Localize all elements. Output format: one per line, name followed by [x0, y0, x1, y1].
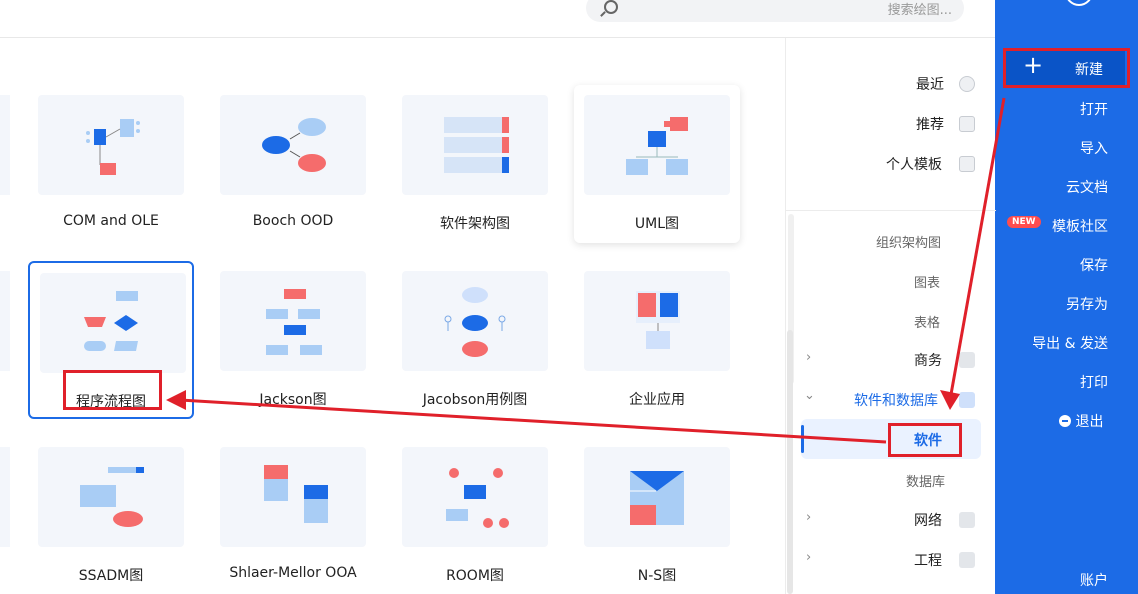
search-icon[interactable] [604, 0, 618, 14]
selected-indicator [801, 425, 804, 453]
chevron-right-icon[interactable]: › [806, 550, 811, 565]
category-software-db-label: 软件和数据库 [854, 393, 938, 409]
network-icon [959, 512, 975, 528]
category-engineering-label: 工程 [914, 553, 942, 569]
com-ole-thumbnail [38, 95, 184, 195]
category-recent-label: 最近 [916, 77, 944, 93]
partial-card [0, 261, 12, 419]
booch-thumbnail [220, 95, 366, 195]
card-title: COM and OLE [63, 213, 159, 229]
template-card-shlaer[interactable]: Shlaer-Mellor OOA [210, 437, 376, 594]
personal-template-icon [959, 156, 975, 172]
card-title: ROOM图 [446, 568, 504, 584]
category-chart[interactable]: 图表 [914, 272, 940, 291]
template-card-booch[interactable]: Booch OOD [210, 85, 376, 243]
card-title: 软件架构图 [440, 216, 510, 232]
template-card-uml[interactable]: UML图 [574, 85, 740, 243]
star-icon [959, 116, 975, 132]
category-database-label: 数据库 [906, 475, 946, 490]
category-recent[interactable]: 最近 [916, 74, 944, 94]
category-engineering[interactable]: 工程 [914, 550, 942, 570]
chevron-right-icon[interactable]: › [806, 350, 811, 365]
ssadm-thumbnail [38, 447, 184, 547]
template-card-jackson[interactable]: Jackson图 [210, 261, 376, 419]
nav-exit-label: 退出 [1075, 414, 1104, 430]
divider [786, 210, 996, 211]
category-business[interactable]: 商务 [914, 350, 942, 370]
card-title: SSADM图 [78, 568, 144, 584]
jacobson-thumbnail [402, 271, 548, 371]
nav-account[interactable]: 账户 [1080, 570, 1108, 590]
grid-scrollbar[interactable] [787, 330, 793, 594]
enterprise-thumbnail [584, 271, 730, 371]
category-database[interactable]: 数据库 [906, 471, 945, 490]
nav-open[interactable]: 打开 [1080, 99, 1108, 119]
template-card-room[interactable]: ROOM图 [392, 437, 558, 594]
category-business-label: 商务 [914, 353, 942, 369]
ns-thumbnail [584, 447, 730, 547]
software-architecture-thumbnail [402, 95, 548, 195]
file-nav: + 新建 打开 导入 云文档 NEW 模板社区 保存 另存为 导出 & 发送 打… [995, 0, 1138, 594]
template-card-software-architecture[interactable]: 软件架构图 [392, 85, 558, 243]
nav-cloud-docs[interactable]: 云文档 [1066, 177, 1108, 197]
category-table-label: 表格 [914, 316, 941, 331]
back-icon[interactable] [1065, 0, 1093, 6]
card-title: Shlaer-Mellor OOA [229, 565, 357, 581]
shlaer-thumbnail [220, 447, 366, 547]
category-recommended[interactable]: 推荐 [916, 114, 944, 134]
engineering-icon [959, 552, 975, 568]
card-title: Jacobson用例图 [422, 392, 528, 408]
nav-template-community[interactable]: 模板社区 [1052, 216, 1108, 236]
jackson-thumbnail [220, 271, 366, 371]
category-personal-label: 个人模板 [886, 157, 942, 173]
nav-exit[interactable]: 退出 [1055, 411, 1103, 431]
exit-icon [1059, 415, 1071, 427]
category-table[interactable]: 表格 [914, 312, 940, 331]
room-thumbnail [402, 447, 548, 547]
template-card-com-ole[interactable]: COM and OLE [28, 85, 194, 243]
category-personal[interactable]: 个人模板 [886, 154, 942, 174]
chevron-right-icon[interactable]: › [806, 510, 811, 525]
template-card-ssadm[interactable]: SSADM图 [28, 437, 194, 594]
card-title: Jackson图 [259, 392, 327, 408]
card-title: 企业应用 [629, 392, 685, 408]
card-title: Booch OOD [252, 213, 334, 229]
template-card-enterprise[interactable]: 企业应用 [574, 261, 740, 419]
software-db-icon [959, 392, 975, 408]
template-card-jacobson[interactable]: Jacobson用例图 [392, 261, 558, 419]
partial-card [0, 85, 12, 243]
business-icon [959, 352, 975, 368]
category-recommended-label: 推荐 [916, 117, 944, 133]
partial-card [0, 437, 12, 594]
category-sidebar: 最近 推荐 个人模板 组织架构图 图表 表格 › 商务 ⌄ 软件和数据库 软件 … [785, 38, 996, 594]
category-network[interactable]: 网络 [914, 510, 942, 530]
card-title: UML图 [634, 216, 680, 232]
search-box[interactable]: 搜索绘图... [586, 0, 964, 22]
nav-print[interactable]: 打印 [1080, 372, 1108, 392]
annotation-box-flowchart [63, 370, 162, 410]
clock-icon [959, 76, 975, 92]
template-card-ns[interactable]: N-S图 [574, 437, 740, 594]
annotation-box-new [1003, 48, 1130, 88]
nav-save[interactable]: 保存 [1080, 255, 1108, 275]
top-bar: 搜索绘图... [0, 0, 995, 38]
category-org-chart-label: 组织架构图 [876, 236, 942, 251]
annotation-box-software [888, 423, 962, 457]
category-network-label: 网络 [914, 513, 942, 529]
category-chart-label: 图表 [914, 276, 941, 291]
new-badge: NEW [1007, 216, 1041, 228]
nav-export-send[interactable]: 导出 & 发送 [1032, 333, 1108, 353]
category-software-db[interactable]: 软件和数据库 [854, 390, 938, 410]
category-org-chart[interactable]: 组织架构图 [876, 232, 941, 251]
uml-thumbnail [584, 95, 730, 195]
card-title: N-S图 [637, 568, 677, 584]
nav-save-as[interactable]: 另存为 [1066, 294, 1108, 314]
nav-import[interactable]: 导入 [1080, 138, 1108, 158]
search-input[interactable]: 搜索绘图... [888, 0, 952, 18]
flowchart-thumbnail [40, 273, 186, 373]
chevron-down-icon[interactable]: ⌄ [804, 388, 815, 403]
